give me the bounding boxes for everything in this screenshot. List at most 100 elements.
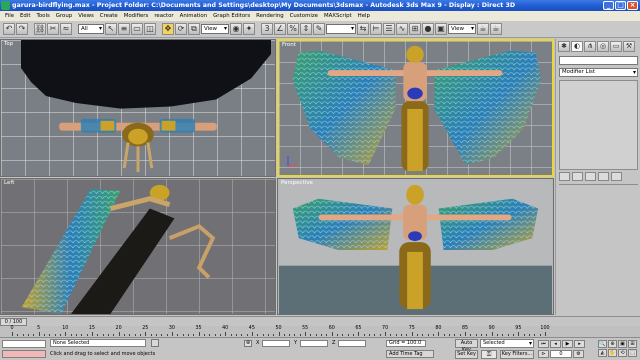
time-slider[interactable]: 0 / 100 [0, 318, 27, 326]
material-editor-icon[interactable]: ● [422, 23, 434, 35]
create-tab-icon[interactable]: ✱ [558, 41, 570, 52]
arc-rotate-icon[interactable]: ⟲ [618, 349, 627, 357]
menu-views[interactable]: Views [75, 13, 97, 19]
menu-graph-editors[interactable]: Graph Editors [210, 13, 253, 19]
current-frame-field[interactable]: 0 [550, 350, 572, 358]
viewport-label-front[interactable]: Front [282, 42, 296, 48]
previous-frame-icon[interactable]: ◂ [550, 340, 561, 348]
remove-modifier-icon[interactable] [598, 172, 609, 181]
track-bar[interactable]: 0 5 10 15 20 25 30 35 40 45 50 55 60 65 70 75 80 85 90 95 10… [0, 326, 640, 337]
auto-key-button[interactable]: Auto Key [455, 339, 478, 353]
configure-modifier-sets-icon[interactable] [611, 172, 622, 181]
zoom-extents-all-icon[interactable]: ⊞ [628, 340, 637, 348]
viewport-label-perspective[interactable]: Perspective [281, 180, 313, 186]
schematic-view-icon[interactable]: ⊞ [409, 23, 421, 35]
undo-icon[interactable]: ↶ [3, 23, 15, 35]
zoom-icon[interactable]: 🔍 [598, 340, 607, 348]
next-frame-icon[interactable]: ▸ [574, 340, 585, 348]
reference-coordinate-dropdown[interactable]: View [201, 24, 229, 34]
viewport-label-top[interactable]: Top [4, 41, 13, 47]
utilities-tab-icon[interactable]: ⚒ [623, 41, 635, 52]
modify-tab-icon[interactable]: ◐ [571, 41, 583, 52]
edit-named-selection-icon[interactable]: ✎ [313, 23, 325, 35]
angle-snap-icon[interactable]: ∠ [274, 23, 286, 35]
menu-tools[interactable]: Tools [33, 13, 52, 19]
add-time-tag-button[interactable]: Add Time Tag [386, 350, 434, 358]
key-selection-dropdown[interactable]: Selected [480, 339, 534, 348]
display-tab-icon[interactable]: ▭ [610, 41, 622, 52]
menu-customize[interactable]: Customize [287, 13, 321, 19]
select-by-name-icon[interactable]: ≡ [118, 23, 130, 35]
select-object-icon[interactable]: ↖ [105, 23, 117, 35]
menu-edit[interactable]: Edit [17, 13, 33, 19]
maxscript-output-field[interactable] [2, 350, 46, 358]
time-configuration-icon[interactable]: ⚙ [573, 350, 584, 358]
redo-icon[interactable]: ↷ [16, 23, 28, 35]
align-icon[interactable]: ⊨ [370, 23, 382, 35]
window-crossing-icon[interactable]: ◫ [144, 23, 156, 35]
set-key-button[interactable]: Set Key [455, 350, 478, 359]
viewport-left[interactable]: Left [0, 178, 276, 315]
key-filters-button[interactable]: Key Filters... [500, 350, 534, 359]
play-icon[interactable]: ▶ [562, 340, 573, 348]
select-manipulate-icon[interactable]: ✦ [243, 23, 255, 35]
pivot-center-icon[interactable]: ◉ [230, 23, 242, 35]
coord-x-field[interactable] [262, 340, 290, 347]
render-last-icon[interactable]: ☕ [490, 23, 502, 35]
minimize-button[interactable]: _ [603, 1, 614, 10]
menu-maxscript[interactable]: MAXScript [321, 13, 355, 19]
select-scale-icon[interactable]: ⧉ [188, 23, 200, 35]
menu-group[interactable]: Group [53, 13, 75, 19]
zoom-all-icon[interactable]: ⊕ [608, 340, 617, 348]
hierarchy-tab-icon[interactable]: ⋔ [584, 41, 596, 52]
select-link-icon[interactable]: ⛓ [34, 23, 46, 35]
unlink-icon[interactable]: ✂ [47, 23, 59, 35]
viewport-perspective[interactable]: Perspective [277, 178, 554, 315]
select-move-icon[interactable]: ✥ [162, 23, 174, 35]
percent-snap-icon[interactable]: % [287, 23, 299, 35]
show-end-result-icon[interactable] [572, 172, 583, 181]
selection-lock-icon[interactable] [151, 339, 159, 347]
selection-filter-dropdown[interactable]: All [78, 24, 104, 34]
pan-icon[interactable]: ✋ [608, 349, 617, 357]
layer-manager-icon[interactable]: ☰ [383, 23, 395, 35]
render-type-dropdown[interactable]: View [448, 24, 476, 34]
mirror-icon[interactable]: ⇆ [357, 23, 369, 35]
menu-help[interactable]: Help [355, 13, 373, 19]
modifier-stack[interactable] [559, 80, 638, 170]
menu-modifiers[interactable]: Modifiers [121, 13, 152, 19]
quick-render-icon[interactable]: ☕ [477, 23, 489, 35]
viewport-label-left[interactable]: Left [4, 180, 14, 186]
set-key-icon[interactable]: ⚿ [481, 350, 497, 359]
go-to-start-icon[interactable]: ⏮ [538, 340, 549, 348]
object-name-field[interactable] [559, 56, 638, 65]
spinner-snap-icon[interactable]: ⇕ [300, 23, 312, 35]
coord-y-field[interactable] [300, 340, 328, 347]
modifier-list-dropdown[interactable]: Modifier List [559, 68, 638, 77]
snaps-toggle-icon[interactable]: 3 [261, 23, 273, 35]
make-unique-icon[interactable] [585, 172, 596, 181]
select-rotate-icon[interactable]: ⟳ [175, 23, 187, 35]
close-button[interactable]: × [627, 1, 638, 10]
motion-tab-icon[interactable]: ◎ [597, 41, 609, 52]
maxscript-listener-field[interactable] [2, 340, 46, 348]
menu-file[interactable]: File [2, 13, 17, 19]
render-setup-icon[interactable]: ▣ [435, 23, 447, 35]
maximize-button[interactable]: □ [615, 1, 626, 10]
viewport-front[interactable]: Front [277, 39, 554, 177]
menu-reactor[interactable]: reactor [151, 13, 176, 19]
menu-animation[interactable]: Animation [177, 13, 210, 19]
absolute-mode-icon[interactable]: ⊕ [244, 340, 252, 347]
field-of-view-icon[interactable]: ◭ [598, 349, 607, 357]
named-selection-dropdown[interactable] [326, 24, 356, 34]
curve-editor-icon[interactable]: ∿ [396, 23, 408, 35]
bind-space-warp-icon[interactable]: ≈ [60, 23, 72, 35]
maximize-viewport-icon[interactable]: ⬚ [628, 349, 637, 357]
key-mode-icon[interactable]: ⊳ [538, 350, 549, 358]
menu-create[interactable]: Create [97, 13, 121, 19]
menu-rendering[interactable]: Rendering [253, 13, 287, 19]
pin-stack-icon[interactable] [559, 172, 570, 181]
coord-z-field[interactable] [338, 340, 366, 347]
rectangular-selection-icon[interactable]: ▭ [131, 23, 143, 35]
viewport-top[interactable]: Top [0, 39, 276, 177]
